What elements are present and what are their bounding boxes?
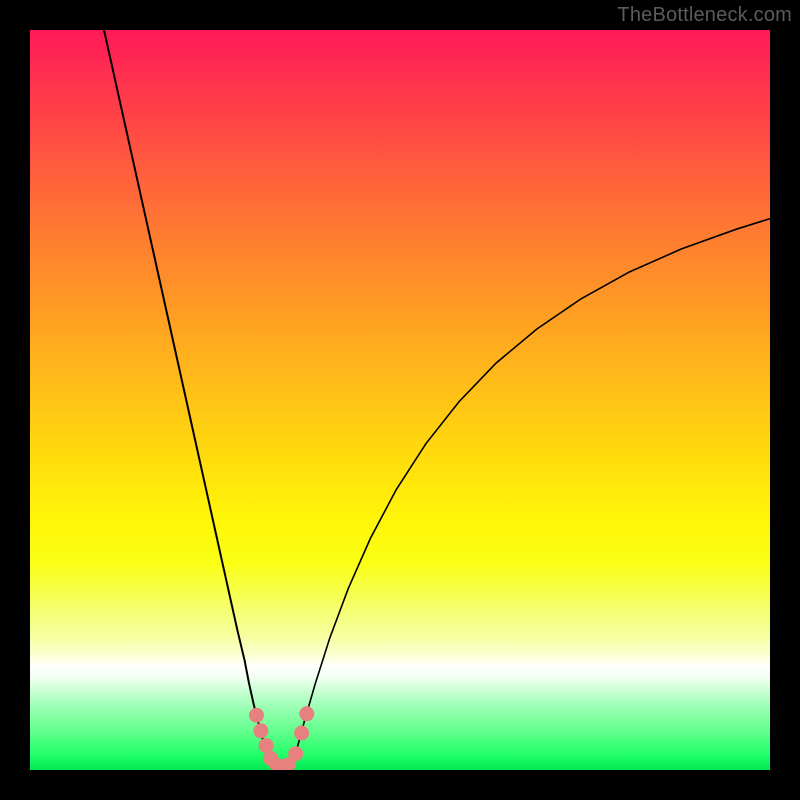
- curve-right-branch: [296, 219, 770, 751]
- trough-markers: [249, 706, 314, 770]
- plot-area: [30, 30, 770, 770]
- trough-marker: [288, 746, 303, 761]
- chart-frame: TheBottleneck.com: [0, 0, 800, 800]
- curve-left-branch: [104, 30, 266, 751]
- trough-marker: [294, 726, 309, 741]
- bottleneck-curve: [104, 30, 770, 767]
- trough-marker: [253, 723, 268, 738]
- curve-overlay: [30, 30, 770, 770]
- trough-marker: [249, 708, 264, 723]
- branding-watermark: TheBottleneck.com: [617, 4, 792, 27]
- trough-marker: [299, 706, 314, 721]
